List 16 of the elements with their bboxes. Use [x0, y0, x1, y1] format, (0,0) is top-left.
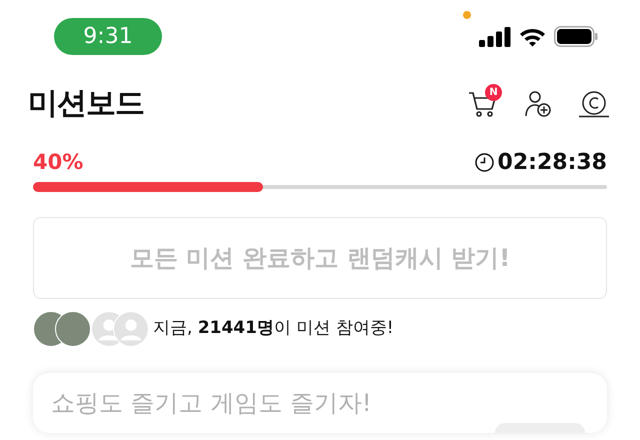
avatar-photo-placeholder	[55, 311, 91, 347]
coin-icon[interactable]	[578, 90, 610, 118]
signal-icon	[479, 26, 511, 46]
status-time: 9:31	[54, 18, 162, 55]
privacy-dot-icon	[463, 11, 471, 19]
battery-icon	[554, 26, 598, 47]
avatar-silhouette-icon	[113, 311, 149, 347]
page-title: 미션보드	[28, 86, 144, 122]
add-user-icon[interactable]	[524, 90, 552, 118]
countdown-timer: 02:28:38	[498, 149, 607, 177]
new-badge: N	[485, 84, 502, 101]
wifi-icon	[519, 26, 546, 46]
progress-percent: 40%	[33, 148, 84, 176]
participants-text: 지금, 21441명이 미션 참여중!	[153, 317, 394, 340]
card-title: 쇼핑도 즐기고 게임도 즐기자!	[51, 388, 373, 419]
clock-icon	[474, 153, 494, 172]
